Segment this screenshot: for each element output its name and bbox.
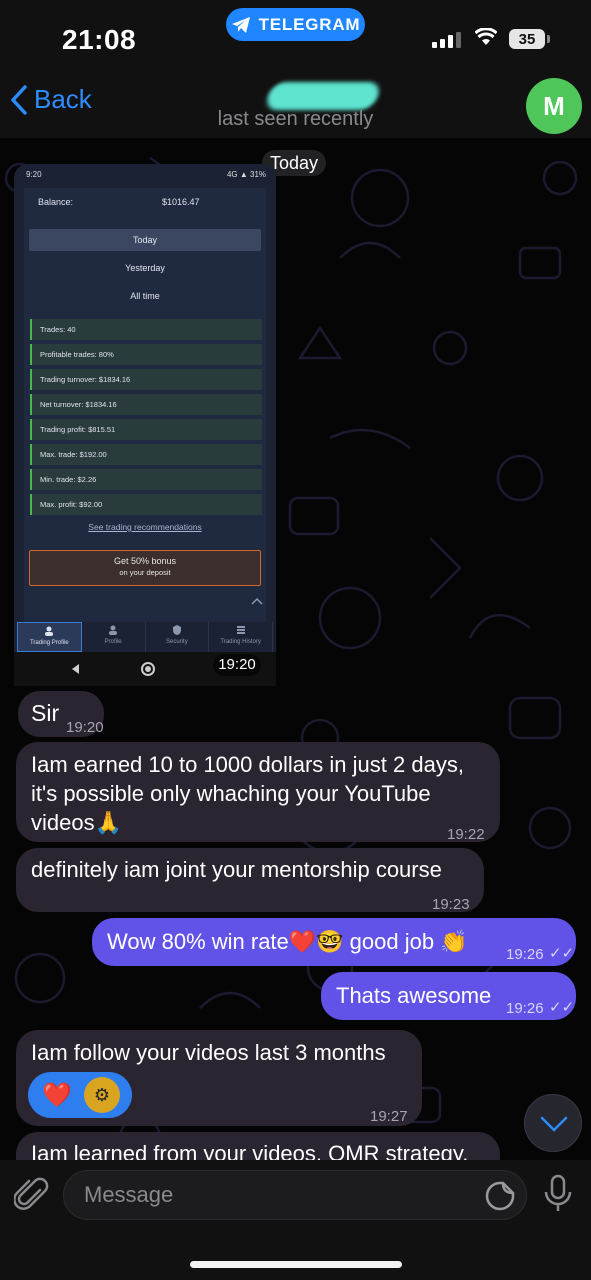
chat-header: Back last seen recently M (0, 70, 591, 138)
stat-row: Net turnover: $1834.16 (30, 394, 262, 415)
period-all-time: All time (130, 291, 160, 301)
stat-row: Trading profit: $815.51 (30, 419, 262, 440)
stat-row: Min. trade: $2.26 (30, 469, 262, 490)
stat-row: Trading turnover: $1834.16 (30, 369, 262, 390)
status-time: 21:08 (62, 24, 137, 55)
home-indicator (190, 1261, 402, 1268)
message-field[interactable] (63, 1170, 527, 1220)
message-bubble-incoming[interactable]: Iam learned from your videos, QMR strate… (16, 1132, 500, 1160)
sticker-icon[interactable] (484, 1180, 516, 1212)
chevron-up-icon (251, 597, 263, 605)
redacted-contact-name[interactable] (263, 82, 383, 110)
message-bubble-incoming[interactable]: Sir 19:20 (18, 691, 104, 737)
scroll-down-button[interactable] (524, 1094, 582, 1152)
battery-icon: 35 (509, 29, 545, 49)
recommendations-link: See trading recommendations (88, 522, 202, 532)
read-checkmarks-icon: ✓✓ (549, 945, 575, 962)
avatar[interactable]: M (526, 78, 582, 134)
message-input-bar (0, 1160, 591, 1280)
cellular-signal-icon (432, 32, 461, 48)
android-home-icon (141, 662, 155, 676)
message-bubble-incoming[interactable]: definitely iam joint your mentorship cou… (16, 848, 484, 913)
wifi-icon (475, 28, 497, 45)
message-input[interactable] (84, 1171, 464, 1219)
status-bar: 21:08 TELEGRAM 35 (0, 0, 591, 70)
stat-row: Max. profit: $92.00 (30, 494, 262, 515)
message-reactions[interactable]: ❤️ ⚙ (28, 1072, 132, 1118)
image-message-time: 19:20 (213, 654, 261, 676)
period-yesterday: Yesterday (125, 263, 165, 273)
heart-reaction[interactable]: ❤️ (42, 1081, 72, 1110)
stat-row: Profitable trades: 80% (30, 344, 262, 365)
period-today: Today (29, 229, 261, 251)
tab-trading-profile: Trading Profile (17, 622, 82, 652)
bonus-banner: Get 50% bonus on your deposit (29, 550, 261, 586)
message-bubble-outgoing[interactable]: Wow 80% win rate❤️🤓 good job 👏 19:26 ✓✓ (92, 918, 576, 966)
image-message[interactable]: 9:20 4G ▲ 31% Balance: $1016.47 Today Ye… (14, 164, 276, 686)
android-back-icon (72, 664, 79, 674)
chevron-down-icon (540, 1116, 568, 1132)
app-tab-bar: Trading Profile Profile Security Trading… (17, 622, 273, 652)
stat-row: Trades: 40 (30, 319, 262, 340)
telegram-icon (231, 16, 250, 33)
microphone-icon[interactable] (543, 1174, 573, 1214)
message-bubble-incoming[interactable]: Iam earned 10 to 1000 dollars in just 2 … (16, 742, 500, 843)
telegram-pill-label: TELEGRAM (258, 14, 361, 34)
telegram-pill[interactable]: TELEGRAM (226, 8, 365, 41)
reactor-avatar: ⚙ (84, 1077, 120, 1113)
tab-profile: Profile (82, 622, 146, 652)
stat-row: Max. trade: $192.00 (30, 444, 262, 465)
tab-security: Security (146, 622, 210, 652)
tab-trading-history: Trading History (209, 622, 273, 652)
message-bubble-outgoing[interactable]: Thats awesome 19:26 ✓✓ (321, 972, 576, 1020)
read-checkmarks-icon: ✓✓ (549, 999, 575, 1016)
last-seen-status: last seen recently (217, 108, 374, 130)
attach-icon[interactable] (14, 1176, 50, 1216)
chat-area[interactable]: Today 9:20 4G ▲ 31% Balance: $1016.47 To… (0, 138, 591, 1160)
